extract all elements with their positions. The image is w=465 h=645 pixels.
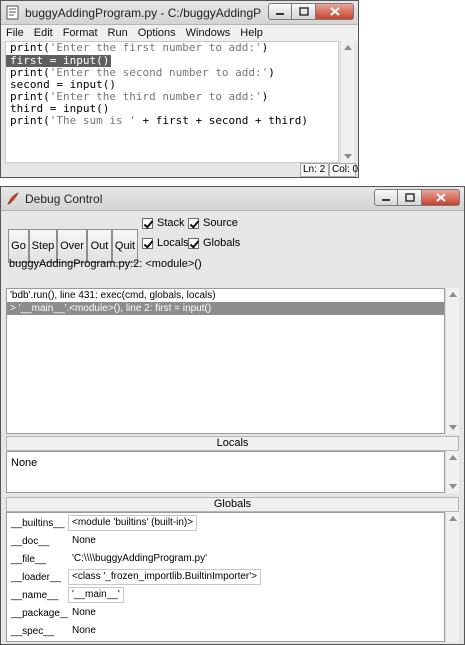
globals-scrollbar[interactable] — [445, 512, 459, 642]
global-name: __doc__ — [11, 536, 50, 547]
close-button[interactable] — [422, 189, 460, 206]
code-editor[interactable]: print('Enter the first number to add:') … — [5, 41, 339, 163]
scroll-down-icon[interactable] — [344, 154, 352, 159]
maximize-button[interactable] — [398, 189, 422, 206]
global-value[interactable]: None — [68, 623, 100, 639]
idle-file-icon — [6, 5, 19, 20]
stack-list[interactable]: 'bdb'.run(), line 431: exec(cmd, globals… — [6, 288, 445, 434]
editor-scrollbar[interactable] — [340, 41, 354, 163]
menu-file[interactable]: File — [1, 27, 29, 39]
checkbox-checked-icon[interactable] — [142, 237, 153, 249]
editor-menubar: File Edit Format Run Options Windows Hel… — [1, 25, 358, 41]
source-checkbox-label: Source — [203, 217, 238, 229]
global-value[interactable]: None — [68, 533, 100, 549]
locals-header: Locals — [6, 436, 459, 451]
scroll-down-icon[interactable] — [449, 425, 457, 430]
global-value[interactable]: '__main__' — [68, 587, 124, 603]
global-name: __spec__ — [11, 626, 55, 637]
debug-control-window: Debug Control Go Step Over Out Quit Stac… — [0, 186, 465, 645]
minimize-button[interactable] — [268, 3, 292, 20]
stack-scrollbar[interactable] — [445, 288, 459, 434]
editor-window: buggyAddingProgram.py - C:/buggyAddingPr… — [0, 0, 359, 178]
checkbox-checked-icon[interactable] — [188, 217, 199, 229]
global-row: __name__ '__main__' — [7, 587, 444, 605]
globals-pane: __builtins__ <module 'builtins' (built-i… — [6, 512, 445, 642]
editor-titlebar[interactable]: buggyAddingProgram.py - C:/buggyAddingPr… — [1, 1, 358, 25]
menu-edit[interactable]: Edit — [29, 27, 58, 39]
editor-statusbar: Ln: 2 Col: 0 — [5, 163, 358, 177]
minimize-icon — [276, 12, 284, 15]
scroll-down-icon[interactable] — [449, 484, 457, 489]
maximize-button[interactable] — [292, 3, 316, 20]
scroll-up-icon[interactable] — [449, 455, 457, 460]
close-button[interactable] — [316, 3, 354, 20]
global-value[interactable]: <module 'builtins' (built-in)> — [68, 515, 198, 531]
locals-checkbox[interactable]: Locals — [142, 237, 189, 249]
code-line: print('The sum is ' + first + second + t… — [10, 114, 309, 127]
column-number-status: Col: 0 — [329, 163, 358, 177]
menu-run[interactable]: Run — [103, 27, 133, 39]
stack-checkbox-label: Stack — [157, 217, 185, 229]
scroll-up-icon[interactable] — [449, 292, 457, 297]
global-row: __loader__ <class '_frozen_importlib.Bui… — [7, 569, 444, 587]
stack-checkbox[interactable]: Stack — [142, 217, 185, 229]
checkbox-checked-icon[interactable] — [188, 237, 199, 249]
global-name: __name__ — [11, 590, 59, 601]
code-line: print('Enter the first number to add:') — [10, 41, 269, 54]
global-row: __package__ None — [7, 605, 444, 623]
minimize-icon — [382, 198, 390, 201]
locals-value: None — [11, 457, 38, 469]
locals-scrollbar[interactable] — [445, 451, 459, 493]
close-icon — [435, 193, 446, 202]
maximize-icon — [404, 193, 415, 202]
minimize-button[interactable] — [374, 189, 398, 206]
menu-format[interactable]: Format — [58, 27, 103, 39]
locals-pane: None — [6, 451, 445, 493]
checkbox-checked-icon[interactable] — [142, 217, 153, 229]
editor-title: buggyAddingProgram.py - C:/buggyAddingPr… — [25, 6, 261, 20]
global-name: __builtins__ — [11, 518, 65, 529]
global-row: __doc__ None — [7, 533, 444, 551]
maximize-icon — [298, 7, 309, 16]
global-row: __builtins__ <module 'builtins' (built-i… — [7, 515, 444, 533]
global-name: __loader__ — [11, 572, 62, 583]
global-row: __spec__ None — [7, 623, 444, 641]
debug-title: Debug Control — [25, 192, 103, 206]
global-value[interactable]: <class '_frozen_importlib.BuiltinImporte… — [68, 569, 262, 585]
scroll-up-icon[interactable] — [449, 516, 457, 521]
stack-frame-selected[interactable]: > '__main__'.<module>(), line 2: first =… — [7, 302, 444, 315]
globals-header: Globals — [6, 497, 459, 512]
globals-checkbox[interactable]: Globals — [188, 237, 240, 249]
debug-titlebar[interactable]: Debug Control — [1, 187, 464, 211]
close-icon — [329, 7, 340, 16]
global-name: __file__ — [11, 554, 47, 565]
stack-frame[interactable]: 'bdb'.run(), line 431: exec(cmd, globals… — [7, 289, 444, 302]
line-number-status: Ln: 2 — [300, 163, 329, 177]
global-value[interactable]: None — [68, 605, 100, 621]
current-location: buggyAddingProgram.py:2: <module>() — [9, 258, 202, 270]
global-name: __package__ — [11, 608, 72, 619]
menu-windows[interactable]: Windows — [181, 27, 236, 39]
tk-feather-icon — [7, 192, 19, 205]
menu-help[interactable]: Help — [235, 27, 268, 39]
menu-options[interactable]: Options — [133, 27, 181, 39]
scroll-up-icon[interactable] — [344, 45, 352, 50]
source-checkbox[interactable]: Source — [188, 217, 238, 229]
global-row: __file__ 'C:\\\\buggyAddingProgram.py' — [7, 551, 444, 569]
locals-checkbox-label: Locals — [157, 237, 189, 249]
globals-checkbox-label: Globals — [203, 237, 241, 249]
global-value[interactable]: 'C:\\\\buggyAddingProgram.py' — [68, 551, 211, 567]
